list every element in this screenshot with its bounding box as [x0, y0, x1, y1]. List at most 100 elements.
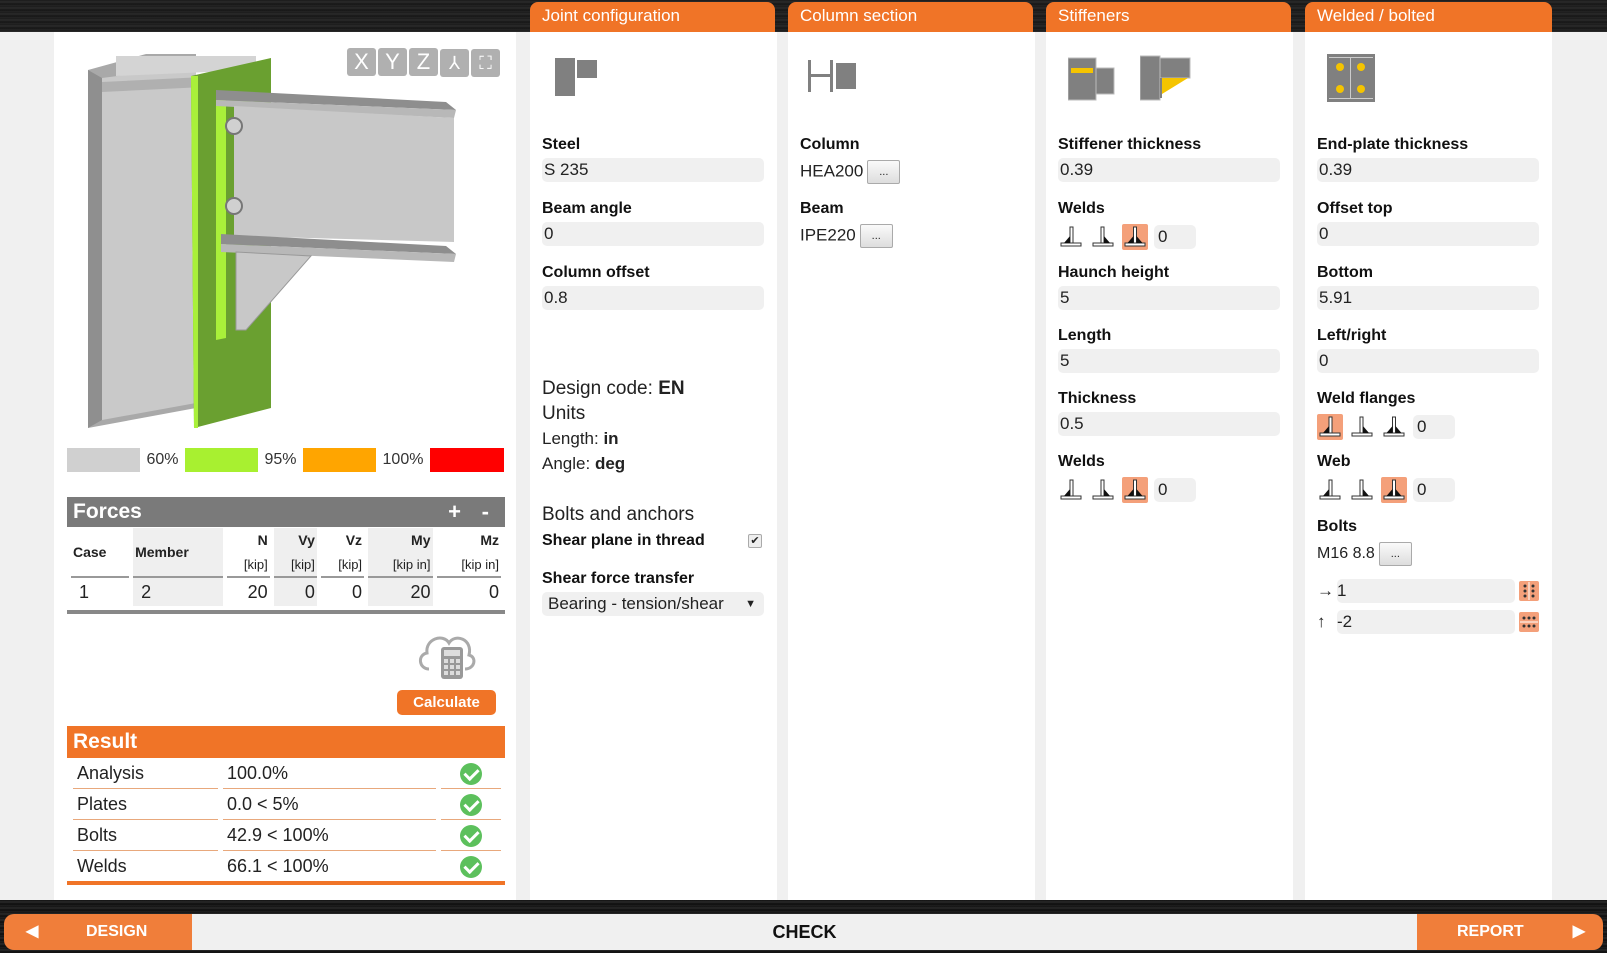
weld-double-fillet-icon[interactable]: [1122, 477, 1148, 503]
weld-left-fillet-icon[interactable]: [1317, 477, 1343, 503]
shear-transfer-value: Bearing - tension/shear: [548, 594, 724, 613]
view-axes-button[interactable]: ⅄: [440, 49, 469, 77]
tab-stiffeners[interactable]: Stiffeners: [1046, 2, 1291, 32]
bolt-rows-input[interactable]: -2: [1337, 610, 1515, 634]
browse-beam-button[interactable]: ...: [859, 224, 893, 248]
end-plate-bolts-icon[interactable]: [1327, 54, 1375, 102]
offset-top-input[interactable]: 0: [1317, 222, 1539, 246]
cell-member[interactable]: 2: [133, 576, 223, 606]
bottom-input[interactable]: 5.91: [1317, 286, 1539, 310]
section-type-icon[interactable]: [808, 60, 858, 92]
weld-right-fillet-icon[interactable]: [1090, 224, 1116, 250]
angle-unit-value[interactable]: deg: [595, 454, 625, 473]
joint-type-icon[interactable]: [555, 56, 599, 98]
left-right-input[interactable]: 0: [1317, 349, 1539, 373]
bottom-label: Bottom: [1317, 264, 1373, 281]
beam-value: IPE220: [800, 225, 856, 245]
column-offset-input[interactable]: 0.8: [542, 286, 764, 310]
shear-plane-row: Shear plane in thread ✔: [542, 532, 764, 550]
haunch-weld-size-input[interactable]: 0: [1154, 478, 1196, 502]
steel-field: Steel S 235: [542, 136, 764, 182]
report-button[interactable]: REPORT ▶: [1417, 914, 1603, 950]
cell-vy[interactable]: 0: [273, 576, 317, 606]
check-ok-icon: [460, 825, 482, 847]
endplate-thickness-input[interactable]: 0.39: [1317, 158, 1539, 182]
table-row: 1 2 20 0 0 20 0: [71, 576, 501, 606]
weld-double-fillet-icon[interactable]: [1381, 477, 1407, 503]
haunch-welds-label: Welds: [1058, 453, 1105, 470]
stiffener-weld-size-input[interactable]: 0: [1154, 225, 1196, 249]
length-input[interactable]: 5: [1058, 349, 1280, 373]
legend-swatch-red: [430, 448, 504, 472]
cell-n[interactable]: 20: [226, 576, 270, 606]
steel-input[interactable]: S 235: [542, 158, 764, 182]
bolt-rows-grid-icon[interactable]: [1519, 612, 1539, 632]
design-button[interactable]: ◀ DESIGN: [4, 914, 192, 950]
browse-column-button[interactable]: ...: [867, 160, 901, 184]
bolt-columns-row: → 1: [1317, 579, 1539, 603]
calculate-button[interactable]: Calculate: [397, 690, 496, 715]
horizontal-arrow-icon: →: [1317, 581, 1334, 600]
result-name: Analysis: [73, 758, 218, 789]
add-force-button[interactable]: +: [448, 497, 461, 527]
result-row: Analysis 100.0%: [67, 758, 505, 789]
cell-case[interactable]: 1: [71, 576, 130, 606]
weld-double-fillet-icon[interactable]: [1381, 414, 1407, 440]
check-tab[interactable]: CHECK: [192, 914, 1417, 950]
view-x-button[interactable]: X: [347, 48, 376, 76]
tab-joint-configuration[interactable]: Joint configuration: [530, 2, 775, 32]
tab-welded-bolted[interactable]: Welded / bolted: [1305, 2, 1552, 32]
web-weld-row: 0: [1317, 477, 1539, 503]
bolt-columns-input[interactable]: 1: [1337, 579, 1515, 603]
result-header: Result: [67, 726, 505, 758]
weld-right-fillet-icon[interactable]: [1349, 477, 1375, 503]
beam-angle-input[interactable]: 0: [542, 222, 764, 246]
bolts-anchors-heading: Bolts and anchors: [542, 504, 695, 525]
stiffeners-panel: Stiffener thickness 0.39 Welds 0 Haunch …: [1046, 32, 1293, 900]
cell-my[interactable]: 20: [368, 576, 433, 606]
flange-weld-size-input[interactable]: 0: [1413, 415, 1455, 439]
shear-transfer-select[interactable]: Bearing - tension/shear ▼: [542, 592, 764, 616]
offset-top-field: Offset top 0: [1317, 200, 1539, 246]
cloud-calculator-icon: [419, 636, 476, 679]
weld-left-fillet-icon[interactable]: [1058, 477, 1084, 503]
design-code-value[interactable]: EN: [658, 378, 684, 399]
weld-right-fillet-icon[interactable]: [1349, 414, 1375, 440]
haunch-icon[interactable]: [1140, 54, 1192, 102]
shear-transfer-label: Shear force transfer: [542, 570, 695, 587]
browse-bolts-button[interactable]: ...: [1378, 542, 1412, 566]
haunch-height-input[interactable]: 5: [1058, 286, 1280, 310]
result-bottom-rule: [67, 881, 505, 885]
joint-3d-model[interactable]: [66, 48, 486, 446]
thickness-input[interactable]: 0.5: [1058, 412, 1280, 436]
view-y-button[interactable]: Y: [378, 48, 407, 76]
tab-column-section[interactable]: Column section: [788, 2, 1033, 32]
stiffener-thickness-input[interactable]: 0.39: [1058, 158, 1280, 182]
web-weld-size-input[interactable]: 0: [1413, 478, 1455, 502]
weld-double-fillet-icon[interactable]: [1122, 224, 1148, 250]
weld-flanges-field: Weld flanges 0: [1317, 390, 1539, 440]
col-member: Member: [133, 528, 223, 576]
column-stiffener-icon[interactable]: [1068, 56, 1116, 102]
bolt-columns-grid-icon[interactable]: [1519, 581, 1539, 601]
cell-mz[interactable]: 0: [436, 576, 501, 606]
arrow-right-icon: ▶: [1572, 923, 1585, 940]
haunch-welds-field: Welds 0: [1058, 453, 1280, 503]
fullscreen-button[interactable]: ⛶: [471, 49, 500, 77]
left-right-field: Left/right 0: [1317, 327, 1539, 373]
column-offset-label: Column offset: [542, 264, 650, 281]
weld-left-fillet-icon[interactable]: [1058, 224, 1084, 250]
legend-label: 60%: [146, 451, 179, 468]
joint-configuration-panel: Steel S 235 Beam angle 0 Column offset 0…: [530, 32, 777, 900]
bolt-rows-row: ↑ -2: [1317, 610, 1539, 634]
bolts-label: Bolts: [1317, 518, 1357, 535]
length-unit-value[interactable]: in: [603, 429, 618, 448]
remove-force-button[interactable]: -: [482, 497, 489, 527]
shear-plane-checkbox[interactable]: ✔: [748, 534, 762, 548]
cell-vz[interactable]: 0: [320, 576, 365, 606]
check-ok-icon: [460, 763, 482, 785]
view-z-button[interactable]: Z: [409, 48, 438, 76]
weld-left-fillet-icon[interactable]: [1317, 414, 1343, 440]
weld-right-fillet-icon[interactable]: [1090, 477, 1116, 503]
result-row: Bolts 42.9 < 100%: [67, 820, 505, 851]
